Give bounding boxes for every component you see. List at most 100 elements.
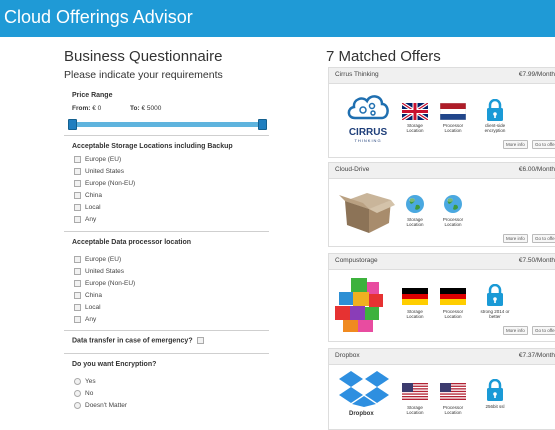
divider [64,231,269,232]
offer-card-header: Cirrus Thinking €7.99/Month [329,68,555,84]
encryption-option[interactable]: Yes [74,378,96,385]
uk-flag-icon [402,103,428,120]
checkbox[interactable] [74,180,81,187]
go-to-offer-button[interactable]: Go to offe [532,326,555,335]
storage-location-label: Storage Location [406,123,424,133]
offer-price: €7.37/Month [518,352,555,359]
more-info-button[interactable]: More info [503,140,528,149]
price-from-value: € 0 [92,105,102,112]
matched-offers-title: 7 Matched Offers [326,48,441,65]
offer-name: Cirrus Thinking [335,71,379,78]
processor-location-label: Processor Location [442,405,464,415]
radio-button[interactable] [74,378,81,385]
offer-name: Compustorage [335,257,378,264]
offer-price: €6.00/Month [518,166,555,173]
globe-icon [444,195,462,213]
checkbox[interactable] [74,268,81,275]
checkbox[interactable] [74,316,81,323]
globe-icon [406,195,424,213]
encryption-option[interactable]: Doesn't Matter [74,402,127,409]
processor-location-heading: Acceptable Data processor location [72,239,192,246]
checkbox[interactable] [74,192,81,199]
processor-option[interactable]: China [74,292,102,299]
price-to-value: € 5000 [141,105,162,112]
price-from-label: From: [72,105,91,112]
offer-card-header: Cloud-Drive €6.00/Month [329,163,555,179]
storage-option[interactable]: Any [74,216,96,223]
go-to-offer-button[interactable]: Go to offe [532,234,555,243]
price-to: To: € 5000 [130,105,161,112]
colorful-cubes-icon [335,278,383,332]
lock-icon [487,379,503,401]
offer-name: Dropbox [335,352,360,359]
cardboard-box-icon [339,193,395,233]
checkbox[interactable] [74,292,81,299]
storage-locations-heading: Acceptable Storage Locations including B… [72,143,233,150]
processor-location-label: Processor Location [442,309,464,319]
germany-flag-icon [440,288,466,305]
price-slider-max-handle[interactable] [258,119,267,130]
netherlands-flag-icon [440,103,466,120]
divider [64,353,269,354]
price-slider-track[interactable] [70,122,264,127]
us-flag-icon [440,383,466,400]
dropbox-logo-text: Dropbox [349,411,374,417]
processor-option[interactable]: Europe (EU) [74,256,121,263]
offer-price: €7.99/Month [518,71,555,78]
checkbox[interactable] [74,156,81,163]
germany-flag-icon [402,288,428,305]
processor-option[interactable]: Europe (Non-EU) [74,280,135,287]
price-slider-min-handle[interactable] [68,119,77,130]
encryption-option[interactable]: No [74,390,93,397]
checkbox[interactable] [74,304,81,311]
divider [64,135,269,136]
questionnaire-title: Business Questionnaire [64,48,223,65]
offer-card: Cirrus Thinking €7.99/Month CIRRUS THINK… [328,67,555,158]
lock-icon [487,284,503,306]
checkbox[interactable] [74,204,81,211]
emergency-transfer[interactable]: Data transfer in case of emergency? [72,337,208,344]
storage-option[interactable]: Europe (Non-EU) [74,180,135,187]
offer-card-header: Compustorage €7.50/Month [329,254,555,270]
checkbox[interactable] [74,256,81,263]
offer-card: Cloud-Drive €6.00/Month Storage Location… [328,162,555,247]
checkbox[interactable] [74,216,81,223]
questionnaire-subtitle: Please indicate your requirements [64,69,223,81]
storage-option[interactable]: United States [74,168,124,175]
processor-option[interactable]: United States [74,268,124,275]
offer-price: €7.50/Month [518,257,555,264]
offer-name: Cloud-Drive [335,166,370,173]
processor-location-label: Processor Location [442,123,464,133]
checkbox[interactable] [74,168,81,175]
checkbox[interactable] [74,280,81,287]
price-from: From: € 0 [72,105,101,112]
encryption-label: 256bit ssl [485,404,505,409]
processor-location-label: Processor Location [442,217,464,227]
processor-option[interactable]: Local [74,304,101,311]
price-range-heading: Price Range [72,92,113,99]
emergency-transfer-checkbox[interactable] [196,337,204,344]
encryption-label: strong 2014 or better [480,309,510,319]
encryption-heading: Do you want Encryption? [72,361,157,368]
more-info-button[interactable]: More info [503,234,528,243]
go-to-offer-button[interactable]: Go to offe [532,140,555,149]
radio-button[interactable] [74,390,81,397]
emergency-transfer-label: Data transfer in case of emergency? [72,337,193,345]
app-title: Cloud Offerings Advisor [4,7,193,27]
processor-option[interactable]: Any [74,316,96,323]
divider [64,330,269,331]
storage-option[interactable]: Europe (EU) [74,156,121,163]
storage-option[interactable]: China [74,192,102,199]
cirrus-logo: CIRRUS THINKING [343,90,393,143]
offer-card-header: Dropbox €7.37/Month [329,349,555,365]
storage-option[interactable]: Local [74,204,101,211]
offer-card: Compustorage €7.50/Month Storage Locatio… [328,253,555,342]
radio-button[interactable] [74,402,81,409]
us-flag-icon [402,383,428,400]
storage-location-label: Storage Location [406,309,424,319]
storage-location-label: Storage Location [406,405,424,415]
storage-location-label: Storage Location [406,217,424,227]
more-info-button[interactable]: More info [503,326,528,335]
encryption-label: client-side encryption [484,123,506,133]
lock-icon [487,99,503,121]
